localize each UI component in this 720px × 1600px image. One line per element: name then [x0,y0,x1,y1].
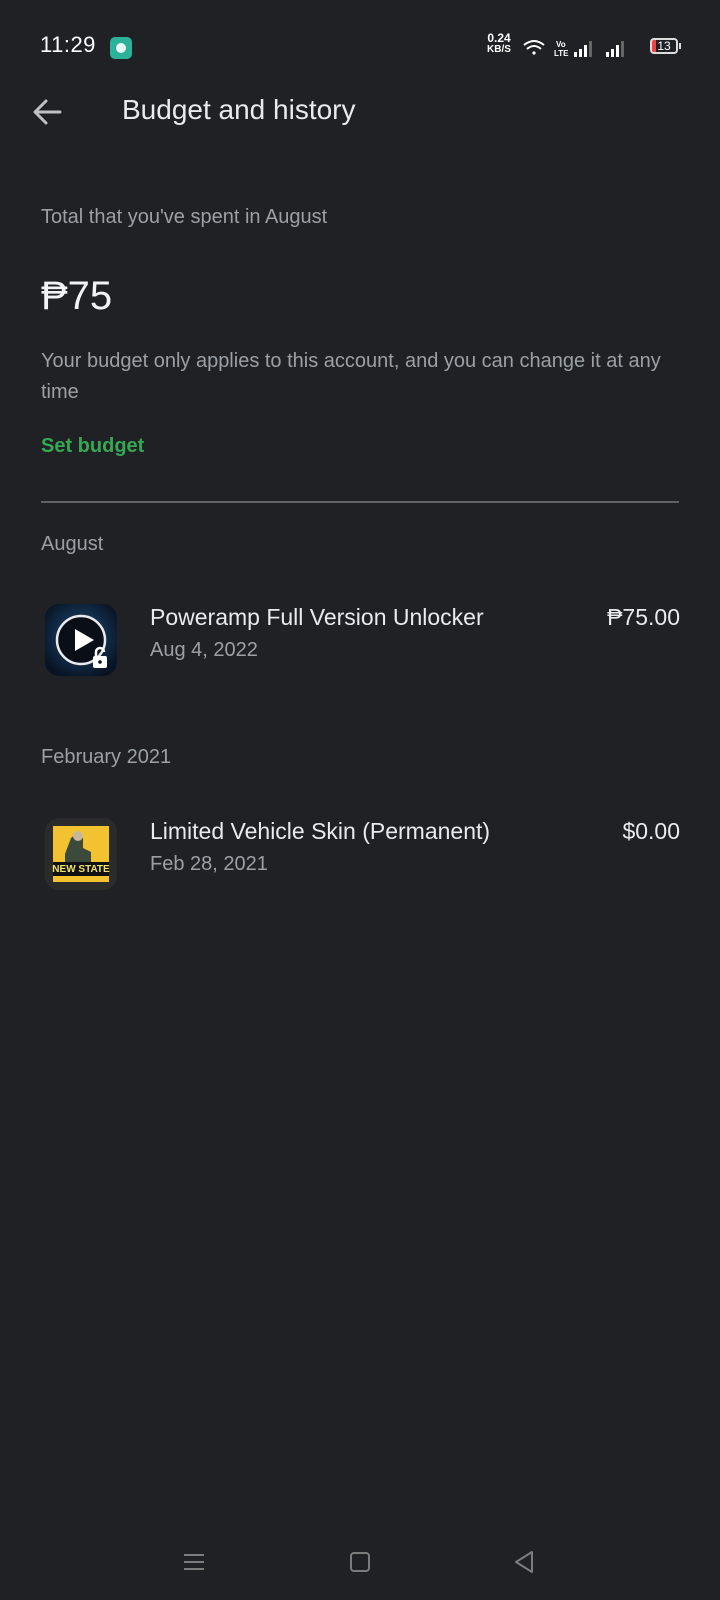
item-date: Aug 4, 2022 [150,639,258,661]
network-speed-value: 0.24 [487,31,511,45]
section-label-february-2021: February 2021 [41,746,172,768]
poweramp-app-icon [45,604,117,676]
arrow-back-icon [33,99,62,125]
divider [41,501,679,503]
nav-back-button[interactable] [502,1540,546,1584]
wifi-icon [523,40,545,55]
recents-button[interactable] [172,1540,216,1584]
signal-1-icon [574,41,592,57]
page-title: Budget and history [122,94,356,125]
spent-label: Total that you've spent in August [41,206,328,228]
network-speed-unit: KB/S [487,44,511,55]
menu-icon [184,1554,204,1570]
back-button[interactable] [26,90,70,134]
history-item-poweramp[interactable]: Poweramp Full Version Unlocker Aug 4, 20… [0,596,720,696]
network-speed: 0.24 KB/S [481,31,517,55]
item-title: Limited Vehicle Skin (Permanent) [150,818,491,844]
triangle-back-icon [515,1551,533,1573]
spent-amount: ₱75 [41,274,113,318]
chat-notification-icon [110,37,132,59]
square-home-icon [350,1552,370,1572]
item-date: Feb 28, 2021 [150,853,268,875]
section-label-august: August [41,533,104,555]
status-bar-time: 11:29 [40,32,96,57]
volte-icon: Vo [556,40,566,49]
budget-note: Your budget only applies to this account… [41,350,661,403]
history-item-vehicle-skin[interactable]: NEW STATE Limited Vehicle Skin (Permanen… [0,810,720,910]
new-state-game-icon: NEW STATE [45,818,117,890]
game-logo-text: NEW STATE [52,864,110,875]
item-price: $0.00 [622,818,680,844]
status-icons: Vo LTE [523,40,624,58]
battery-icon: 13 [650,38,678,54]
item-price: ₱75.00 [607,604,680,630]
item-title: Poweramp Full Version Unlocker [150,604,484,630]
home-button[interactable] [338,1540,382,1584]
set-budget-button[interactable]: Set budget [41,435,144,458]
battery-tip [679,43,681,49]
svg-text:LTE: LTE [554,49,569,58]
signal-2-icon [606,41,624,57]
